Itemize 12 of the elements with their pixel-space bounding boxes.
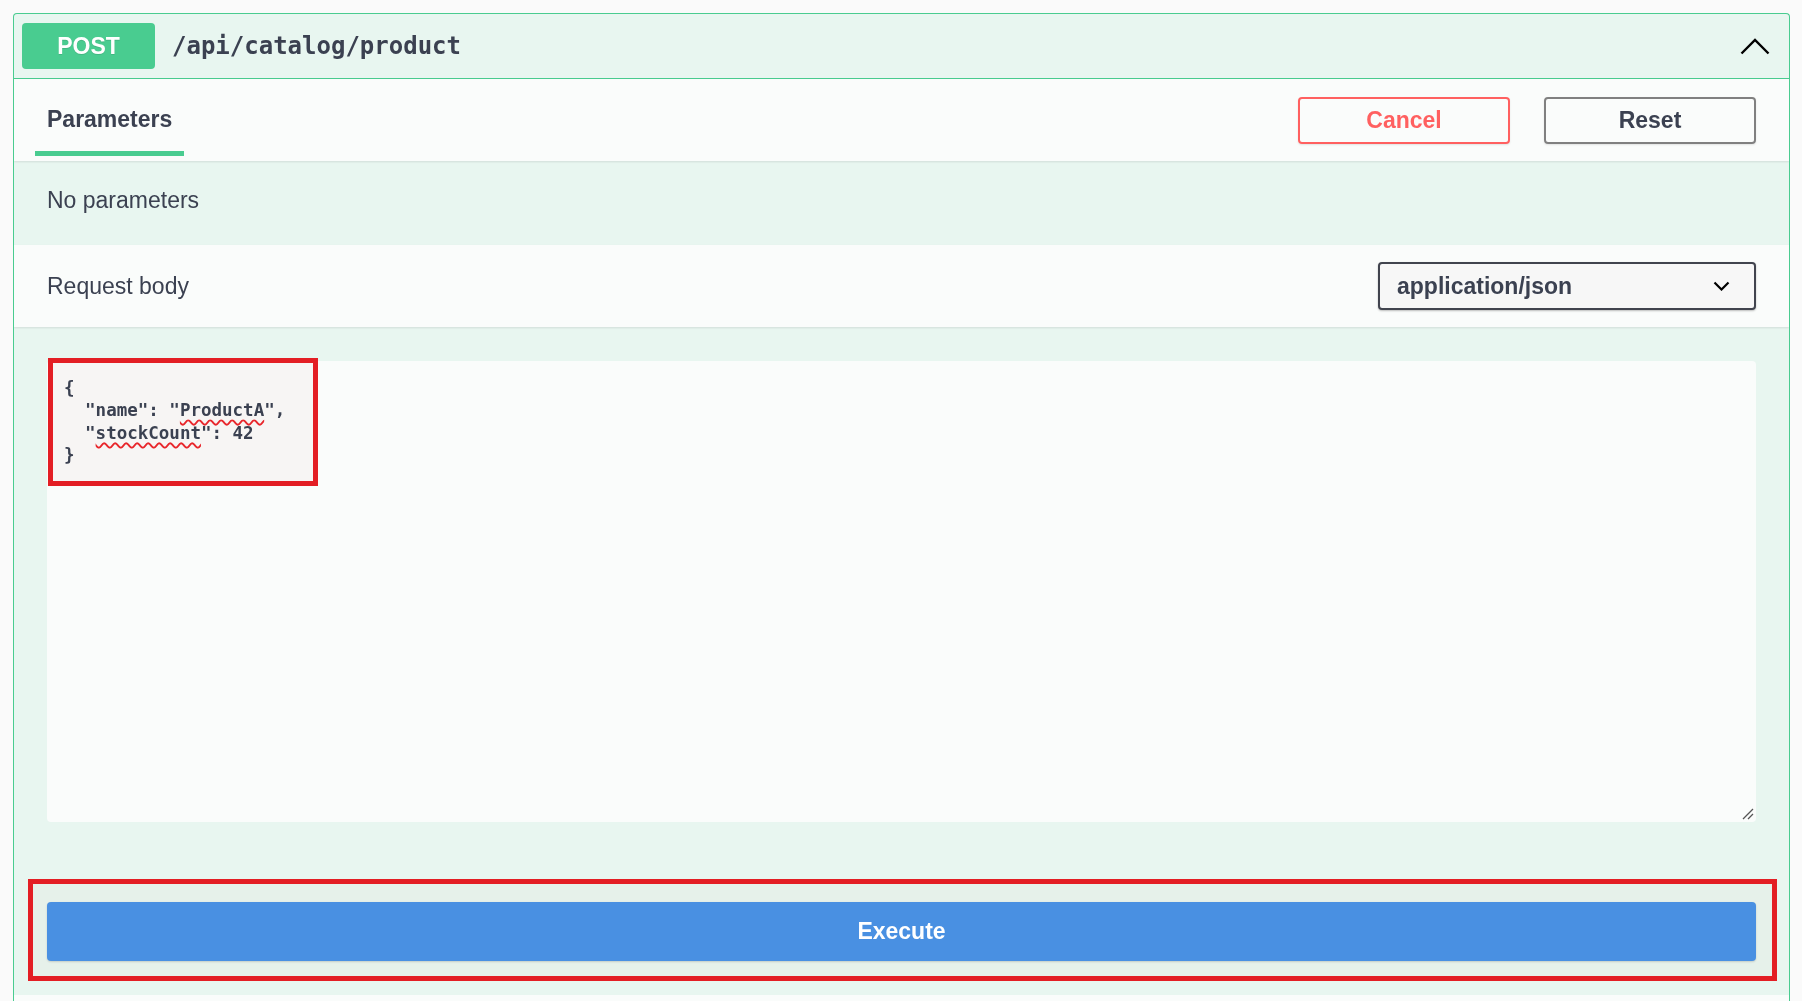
request-body-editor[interactable]: { "name": "ProductA", "stockCount": 42 } — [47, 361, 1756, 822]
chevron-up-icon[interactable] — [1740, 37, 1770, 55]
no-parameters-text: No parameters — [47, 186, 200, 214]
request-body-code: { "name": "ProductA", "stockCount": 42 } — [64, 377, 286, 467]
chevron-down-icon — [1713, 281, 1730, 291]
parameters-tab[interactable]: Parameters — [35, 79, 185, 156]
reset-button[interactable]: Reset — [1544, 96, 1756, 144]
request-body-label: Request body — [47, 272, 189, 300]
content-type-select[interactable]: application/json — [1378, 262, 1756, 310]
method-badge: POST — [22, 23, 155, 69]
endpoint-path: /api/catalog/product — [172, 32, 461, 60]
resize-handle-icon[interactable] — [1742, 808, 1754, 820]
